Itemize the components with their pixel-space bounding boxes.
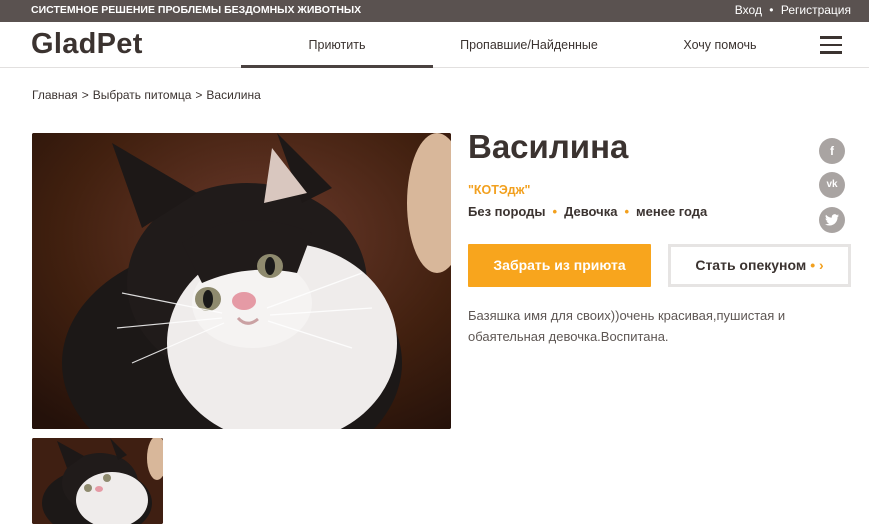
kitten-thumbnail-illustration: [32, 438, 163, 524]
pet-description: Базяшка имя для своих))очень красивая,пу…: [468, 308, 786, 344]
pet-photo-thumbnail[interactable]: [32, 438, 163, 524]
pet-main-photo: [32, 133, 451, 429]
twitter-icon[interactable]: [819, 207, 845, 233]
vk-icon[interactable]: vk: [819, 172, 845, 198]
auth-links: Вход • Регистрация: [735, 3, 851, 17]
shelter-link[interactable]: "КОТЭдж": [468, 183, 530, 197]
breadcrumb: Главная > Выбрать питомца > Василина: [32, 88, 261, 102]
trait-separator: •: [552, 204, 558, 219]
pet-name: Василина: [468, 128, 629, 165]
site-logo[interactable]: GladPet: [31, 28, 143, 61]
auth-separator: •: [769, 3, 774, 17]
trait-breed: Без породы: [468, 204, 546, 219]
login-link[interactable]: Вход: [735, 3, 762, 17]
become-guardian-button[interactable]: Стать опекуном • ›: [668, 244, 851, 287]
twitter-bird-glyph: [825, 214, 839, 226]
adopt-button[interactable]: Забрать из приюта: [468, 244, 651, 287]
site-tagline: СИСТЕМНОЕ РЕШЕНИЕ ПРОБЛЕМЫ БЕЗДОМНЫХ ЖИВ…: [31, 4, 362, 16]
kitten-illustration: [32, 133, 451, 429]
breadcrumb-choose-pet[interactable]: Выбрать питомца: [93, 88, 192, 102]
trait-sex: Девочка: [564, 204, 618, 219]
nav-lost-found[interactable]: Пропавшие/Найденные: [442, 22, 616, 68]
chevron-right-icon: • ›: [810, 257, 824, 273]
trait-separator: •: [624, 204, 630, 219]
register-link[interactable]: Регистрация: [781, 3, 851, 17]
facebook-icon[interactable]: f: [819, 138, 845, 164]
trait-age: менее года: [636, 204, 708, 219]
nav-help[interactable]: Хочу помочь: [660, 22, 780, 68]
nav-adopt[interactable]: Приютить: [241, 22, 433, 68]
breadcrumb-separator: >: [81, 88, 89, 102]
top-bar: СИСТЕМНОЕ РЕШЕНИЕ ПРОБЛЕМЫ БЕЗДОМНЫХ ЖИВ…: [0, 0, 869, 22]
pet-traits: Без породы • Девочка • менее года: [468, 204, 707, 219]
breadcrumb-separator: >: [195, 88, 203, 102]
guardian-label: Стать опекуном: [695, 257, 807, 273]
breadcrumb-home[interactable]: Главная: [32, 88, 78, 102]
breadcrumb-current: Василина: [206, 88, 261, 102]
site-header: GladPet Приютить Пропавшие/Найденные Хоч…: [0, 22, 869, 68]
menu-icon[interactable]: [820, 36, 844, 54]
